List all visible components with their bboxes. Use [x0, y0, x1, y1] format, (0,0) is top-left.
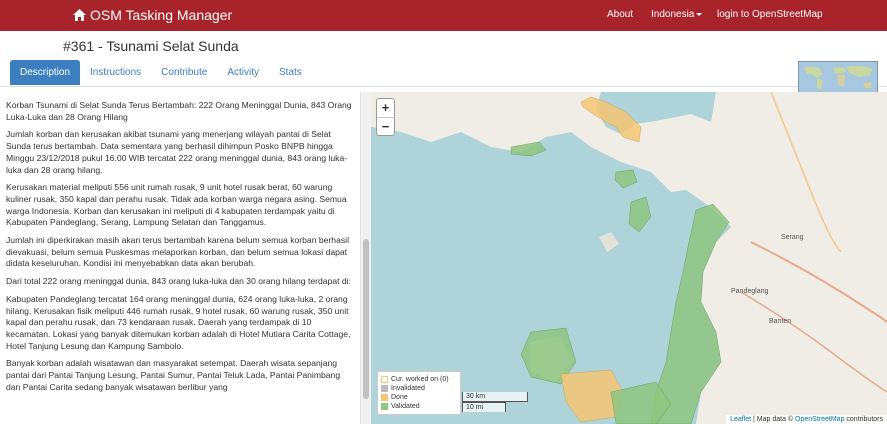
caret-down-icon: [696, 12, 703, 16]
top-navbar: OSM Tasking Manager About Indonesia logi…: [0, 0, 887, 31]
map-scale: 30 km 10 mi: [462, 392, 528, 412]
swatch-icon: [381, 385, 388, 392]
language-dropdown[interactable]: Indonesia: [651, 9, 703, 20]
about-link[interactable]: About: [607, 9, 633, 20]
tasks-validated[interactable]: [628, 196, 652, 233]
legend-item: Cur. worked on (0): [381, 375, 457, 384]
description-scrollbar[interactable]: [360, 92, 371, 424]
place-label-pandeglang: Pandeglang: [731, 288, 769, 295]
tab-activity[interactable]: Activity: [217, 60, 269, 85]
project-tabs: Description Instructions Contribute Acti…: [10, 60, 312, 85]
world-minimap[interactable]: [798, 61, 878, 93]
description-paragraph: Banyak korban adalah wisatawan dan masya…: [6, 358, 341, 392]
legend-item: Done: [381, 393, 457, 402]
map-attribution: Leaflet | Map data © OpenStreetMap contr…: [726, 415, 887, 424]
brand-label: OSM Tasking Manager: [90, 7, 233, 23]
attribution-text: | Map data ©: [751, 416, 796, 423]
tab-instructions[interactable]: Instructions: [80, 60, 151, 85]
description-paragraph: Jumlah ini diperkirakan masih akan terus…: [6, 235, 349, 269]
home-icon: [73, 9, 86, 21]
tab-contribute[interactable]: Contribute: [151, 60, 217, 85]
scale-mi: 10 mi: [462, 402, 506, 412]
tab-divider: [0, 86, 887, 87]
task-map[interactable]: Serang Pandeglang Banten + − Cur. worked…: [371, 92, 887, 424]
legend-label: Done: [391, 394, 408, 401]
legend-label: Cur. worked on (0): [391, 376, 449, 383]
scrollbar-thumb[interactable]: [363, 239, 369, 399]
tab-stats[interactable]: Stats: [269, 60, 312, 85]
swatch-icon: [381, 376, 388, 383]
legend-item: Validated: [381, 402, 457, 411]
swatch-icon: [381, 403, 388, 410]
attribution-tail: contributors: [844, 416, 883, 423]
description-paragraph: Jumlah korban dan kerusakan akibat tsuna…: [6, 129, 348, 175]
legend-label: Validated: [391, 403, 420, 410]
legend-item: Invalidated: [381, 384, 457, 393]
login-link[interactable]: login to OpenStreetMap: [717, 9, 823, 20]
world-map-icon: [804, 65, 873, 90]
swatch-icon: [381, 394, 388, 401]
description-text: Korban Tsunami di Selat Sunda Terus Bert…: [0, 92, 370, 393]
zoom-control: + −: [376, 98, 395, 136]
zoom-in-button[interactable]: +: [377, 99, 394, 117]
tab-description[interactable]: Description: [10, 60, 81, 85]
description-panel: Korban Tsunami di Selat Sunda Terus Bert…: [0, 92, 371, 424]
map-legend: Cur. worked on (0) Invalidated Done Vali…: [377, 371, 461, 415]
island-area: [599, 232, 619, 252]
description-paragraph: Kerusakan material meliputi 556 unit rum…: [6, 182, 347, 228]
project-title: #361 - Tsunami Selat Sunda: [63, 38, 239, 54]
description-paragraph: Dari total 222 orang meninggal dunia, 84…: [6, 276, 351, 287]
language-label: Indonesia: [651, 9, 695, 20]
leaflet-link[interactable]: Leaflet: [730, 416, 751, 423]
brand-link[interactable]: OSM Tasking Manager: [73, 7, 232, 23]
tasks-validated[interactable]: [614, 169, 638, 189]
osm-link[interactable]: OpenStreetMap: [795, 416, 844, 423]
scale-km: 30 km: [462, 392, 528, 402]
description-paragraph: Kabupaten Pandeglang tercatat 164 orang …: [6, 293, 351, 351]
zoom-out-button[interactable]: −: [377, 117, 394, 135]
description-paragraph: Korban Tsunami di Selat Sunda Terus Bert…: [6, 100, 352, 122]
place-label-banten: Banten: [769, 318, 792, 325]
place-label-serang: Serang: [781, 234, 804, 241]
legend-label: Invalidated: [391, 385, 425, 392]
